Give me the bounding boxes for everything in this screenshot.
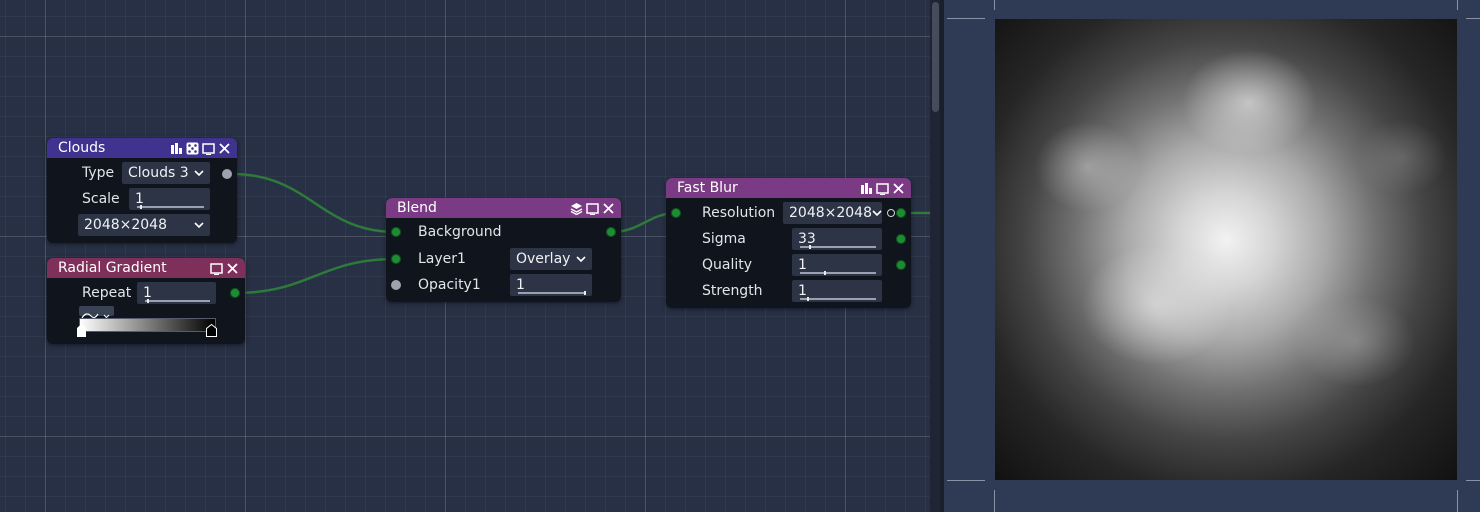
crop-mark	[1466, 18, 1480, 19]
crop-mark	[994, 0, 995, 10]
repeat-slider-knob[interactable]	[146, 299, 149, 303]
opacity-slider-track	[518, 292, 586, 294]
dice-icon[interactable]	[186, 142, 199, 155]
blend-mode-value: Overlay	[516, 251, 571, 267]
resolution-value: 2048×2048	[789, 205, 872, 221]
gradient-stop-white[interactable]	[77, 322, 86, 337]
layer1-label: Layer1	[418, 251, 466, 267]
clouds-node-header[interactable]: Clouds	[47, 138, 237, 158]
blend-node[interactable]: Blend Background Layer1 Overlay Opacity1…	[386, 198, 621, 302]
window-icon[interactable]	[202, 142, 215, 155]
quality-slider[interactable]: 1	[792, 254, 882, 276]
scale-slider-track	[137, 206, 204, 208]
close-icon[interactable]	[892, 182, 905, 195]
strength-slider-knob[interactable]	[807, 297, 810, 301]
window-icon[interactable]	[876, 182, 889, 195]
repeat-slider[interactable]: 1	[137, 282, 216, 304]
opacity-slider-knob[interactable]	[584, 291, 586, 295]
fast-blur-input-port[interactable]	[671, 208, 681, 218]
gradient-ramp[interactable]	[79, 318, 216, 332]
layer1-input-port[interactable]	[391, 254, 401, 264]
window-icon[interactable]	[210, 262, 223, 275]
close-icon[interactable]	[218, 142, 231, 155]
texture-preview-image[interactable]	[995, 19, 1457, 480]
sigma-port[interactable]	[896, 234, 906, 244]
scale-slider-knob[interactable]	[140, 205, 143, 209]
blend-mode-select[interactable]: Overlay	[510, 248, 592, 270]
preview-panel[interactable]	[944, 0, 1480, 512]
fast-blur-node[interactable]: Fast Blur Resolution 2048×2048 Sigma 33 …	[666, 178, 911, 308]
blend-node-header[interactable]: Blend	[386, 198, 621, 218]
repeat-label: Repeat	[82, 285, 132, 301]
crop-mark	[1457, 0, 1458, 10]
close-icon[interactable]	[602, 202, 615, 215]
crop-mark	[994, 490, 995, 512]
node-title: Radial Gradient	[58, 260, 167, 276]
type-label: Type	[82, 165, 115, 181]
wire-clouds-to-background[interactable]	[231, 172, 397, 234]
crop-mark	[1457, 490, 1458, 512]
node-title: Blend	[397, 200, 437, 216]
resolution-label: Resolution	[702, 205, 776, 221]
link-icon[interactable]	[887, 209, 895, 217]
clouds-node[interactable]: Clouds Type Clouds 3 Scale 1 2048×2048	[47, 138, 237, 243]
strength-label: Strength	[702, 283, 763, 299]
chevron-down-icon	[194, 217, 204, 233]
crop-mark	[947, 480, 985, 481]
window-icon[interactable]	[586, 202, 599, 215]
gradient-stop-black[interactable]	[206, 322, 217, 337]
opacity-label: Opacity1	[418, 277, 481, 293]
chevron-down-icon	[194, 165, 204, 181]
clouds-output-port[interactable]	[222, 169, 232, 179]
cloud-type-value: Clouds 3	[128, 165, 189, 181]
crop-mark	[1466, 480, 1480, 481]
radial-gradient-output-port[interactable]	[230, 288, 240, 298]
resolution-select[interactable]: 2048×2048	[783, 202, 882, 224]
fast-blur-output-port[interactable]	[896, 208, 906, 218]
scale-label: Scale	[82, 191, 120, 207]
repeat-slider-track	[145, 300, 210, 302]
strength-slider-track	[800, 298, 876, 300]
layers-icon[interactable]	[570, 202, 583, 215]
chevron-down-icon	[872, 205, 882, 221]
sigma-label: Sigma	[702, 231, 746, 247]
sigma-slider-knob[interactable]	[808, 245, 811, 249]
radial-gradient-node[interactable]: Radial Gradient Repeat 1	[47, 258, 245, 344]
quality-value: 1	[798, 257, 807, 273]
background-input-port[interactable]	[391, 227, 401, 237]
blend-output-port[interactable]	[606, 227, 616, 237]
strength-slider[interactable]: 1	[792, 280, 882, 302]
node-title: Fast Blur	[677, 180, 738, 196]
close-icon[interactable]	[226, 262, 239, 275]
sigma-value: 33	[798, 231, 816, 247]
wire-gradient-to-layer1[interactable]	[234, 257, 397, 295]
opacity-input-port[interactable]	[391, 280, 401, 290]
opacity-value: 1	[516, 277, 525, 293]
opacity-slider[interactable]: 1	[510, 274, 592, 296]
bar-chart-icon[interactable]	[860, 182, 873, 195]
quality-slider-track	[800, 272, 876, 274]
background-label: Background	[418, 224, 502, 240]
sigma-slider-track	[800, 246, 876, 248]
scale-slider[interactable]: 1	[129, 188, 210, 210]
cloud-type-select[interactable]: Clouds 3	[122, 162, 210, 184]
chevron-down-icon	[576, 251, 586, 267]
graph-scrollbar-thumb[interactable]	[932, 2, 939, 112]
strength-value: 1	[798, 283, 807, 299]
node-title: Clouds	[58, 140, 106, 156]
fast-blur-node-header[interactable]: Fast Blur	[666, 178, 911, 198]
interpolation-dropdown[interactable]	[79, 306, 114, 319]
radial-gradient-node-header[interactable]: Radial Gradient	[47, 258, 245, 278]
crop-mark	[947, 18, 985, 19]
bar-chart-icon[interactable]	[170, 142, 183, 155]
node-graph-canvas[interactable]: Clouds Type Clouds 3 Scale 1 2048×2048 R…	[0, 0, 930, 512]
sigma-slider[interactable]: 33	[792, 228, 882, 250]
resolution-select[interactable]: 2048×2048	[78, 214, 210, 236]
quality-label: Quality	[702, 257, 753, 273]
resolution-value: 2048×2048	[84, 217, 167, 233]
quality-port[interactable]	[896, 260, 906, 270]
quality-slider-knob[interactable]	[824, 271, 827, 275]
